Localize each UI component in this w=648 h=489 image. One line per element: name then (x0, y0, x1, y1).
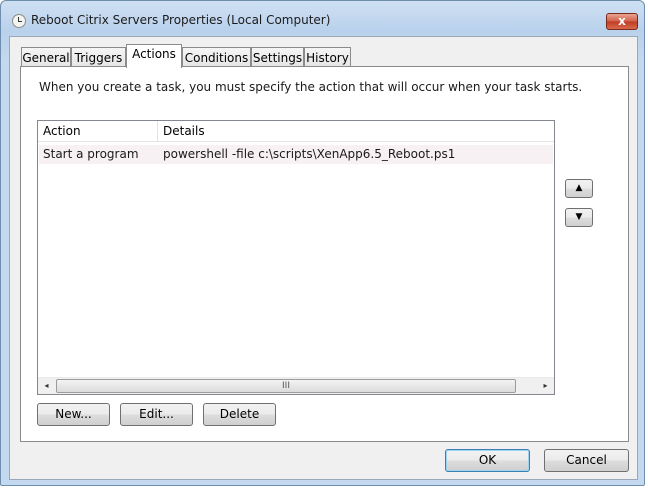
action-cell: Start a program (43, 147, 139, 161)
button-label: Delete (219, 407, 260, 421)
tab-triggers[interactable]: Triggers (71, 47, 126, 67)
tab-conditions[interactable]: Conditions (182, 47, 251, 67)
tab-label: Conditions (184, 51, 249, 65)
tab-label: Settings (252, 51, 303, 65)
column-header-details[interactable]: Details (163, 124, 205, 138)
column-divider[interactable] (157, 121, 158, 142)
tab-settings[interactable]: Settings (251, 47, 304, 67)
tab-actions[interactable]: Actions (126, 44, 182, 68)
window-title: Reboot Citrix Servers Properties (Local … (31, 13, 331, 27)
tab-label: General (22, 51, 70, 65)
list-header: Action Details (38, 121, 554, 142)
column-header-action[interactable]: Action (43, 124, 81, 138)
close-button[interactable]: x (606, 13, 638, 30)
list-item[interactable]: Start a program powershell -file c:\scri… (39, 145, 553, 164)
title-bar[interactable]: Reboot Citrix Servers Properties (Local … (1, 1, 644, 37)
button-label: Cancel (566, 453, 607, 467)
scroll-grip-icon: III (282, 381, 290, 391)
tab-label: Triggers (74, 51, 123, 65)
dialog-client-area: General Triggers Actions Conditions Sett… (9, 36, 638, 480)
scroll-thumb[interactable]: III (56, 379, 516, 393)
move-down-button[interactable]: ▼ (565, 208, 593, 227)
edit-action-button[interactable]: Edit... (120, 403, 193, 426)
move-up-button[interactable]: ▲ (565, 179, 593, 198)
new-action-button[interactable]: New... (37, 403, 110, 426)
tab-general[interactable]: General (21, 47, 71, 67)
button-label: New... (55, 407, 92, 421)
details-cell: powershell -file c:\scripts\XenApp6.5_Re… (163, 147, 456, 161)
delete-action-button[interactable]: Delete (203, 403, 276, 426)
properties-window: Reboot Citrix Servers Properties (Local … (0, 0, 645, 486)
close-icon: x (618, 14, 626, 28)
horizontal-scrollbar[interactable]: ◂ III ▸ (38, 377, 554, 394)
button-label: Edit... (139, 407, 174, 421)
arrow-up-icon: ▲ (575, 183, 583, 193)
tab-label: History (306, 51, 349, 65)
scroll-left-icon[interactable]: ◂ (38, 378, 55, 394)
actions-list[interactable]: Action Details Start a program powershel… (37, 120, 555, 395)
tab-label: Actions (132, 47, 176, 61)
actions-panel: When you create a task, you must specify… (20, 66, 629, 442)
scroll-right-icon[interactable]: ▸ (537, 378, 554, 394)
cancel-button[interactable]: Cancel (544, 449, 629, 472)
task-clock-icon (12, 14, 26, 28)
actions-intro-text: When you create a task, you must specify… (39, 80, 583, 94)
arrow-down-icon: ▼ (575, 212, 583, 222)
button-label: OK (478, 453, 497, 467)
ok-button[interactable]: OK (445, 449, 530, 472)
tab-history[interactable]: History (304, 47, 351, 67)
